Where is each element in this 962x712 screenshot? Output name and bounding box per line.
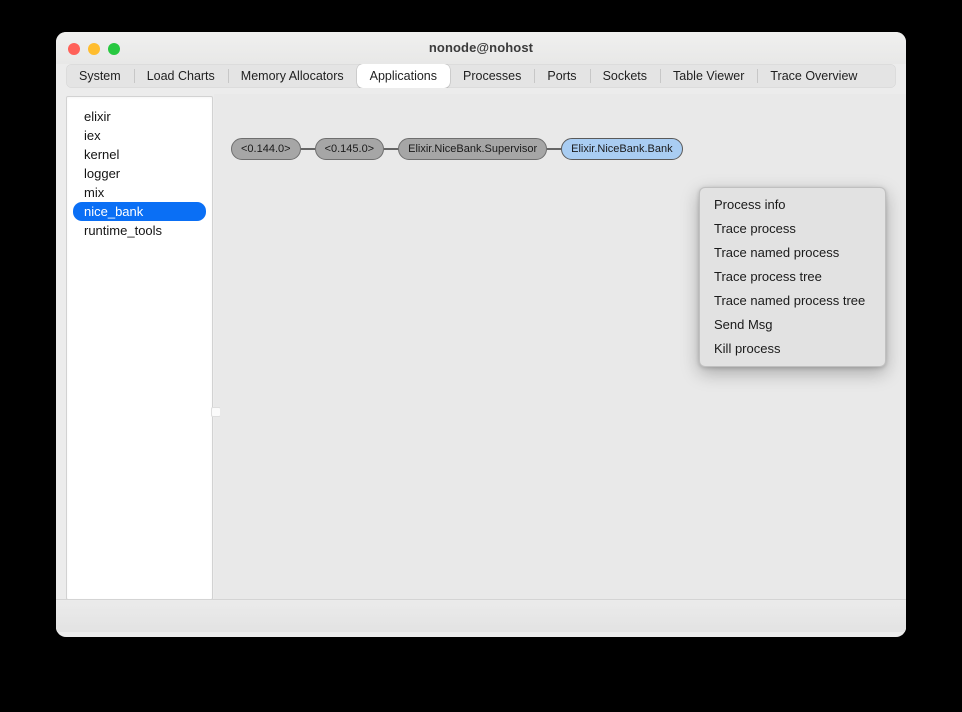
status-bar [56, 599, 906, 632]
sidebar-item-logger[interactable]: logger [73, 164, 206, 183]
tabbar-container: System Load Charts Memory Allocators App… [56, 64, 906, 94]
process-tree-canvas[interactable]: <0.144.0> <0.145.0> Elixir.NiceBank.Supe… [220, 94, 906, 632]
sidebar-item-kernel[interactable]: kernel [73, 145, 206, 164]
application-list-panel[interactable]: elixir iex kernel logger mix nice_bank r… [66, 96, 213, 600]
process-node-nicebank-bank[interactable]: Elixir.NiceBank.Bank [561, 138, 683, 160]
observer-window: nonode@nohost System Load Charts Memory … [56, 32, 906, 637]
tree-edge [547, 148, 562, 150]
context-menu-item-trace-named-process-tree[interactable]: Trace named process tree [700, 289, 885, 313]
tab-ports[interactable]: Ports [534, 64, 589, 88]
process-context-menu: Process info Trace process Trace named p… [699, 187, 886, 367]
process-node-0-144-0[interactable]: <0.144.0> [231, 138, 301, 160]
content-area: elixir iex kernel logger mix nice_bank r… [56, 94, 906, 632]
context-menu-item-send-msg[interactable]: Send Msg [700, 313, 885, 337]
window-titlebar: nonode@nohost [56, 32, 906, 64]
window-title: nonode@nohost [428, 40, 534, 55]
context-menu-item-trace-process-tree[interactable]: Trace process tree [700, 265, 885, 289]
tab-system[interactable]: System [66, 64, 134, 88]
sidebar-item-runtime-tools[interactable]: runtime_tools [73, 221, 206, 240]
context-menu-item-trace-process[interactable]: Trace process [700, 217, 885, 241]
tree-edge [384, 148, 399, 150]
process-node-nicebank-supervisor[interactable]: Elixir.NiceBank.Supervisor [398, 138, 548, 160]
sidebar-item-elixir[interactable]: elixir [73, 107, 206, 126]
process-tree: <0.144.0> <0.145.0> Elixir.NiceBank.Supe… [231, 138, 683, 160]
tab-memory-allocators[interactable]: Memory Allocators [227, 64, 357, 88]
tab-applications[interactable]: Applications [356, 64, 451, 88]
tab-load-charts[interactable]: Load Charts [133, 64, 228, 88]
context-menu-item-trace-named-process[interactable]: Trace named process [700, 241, 885, 265]
context-menu-item-process-info[interactable]: Process info [700, 193, 885, 217]
tab-trace-overview[interactable]: Trace Overview [757, 64, 870, 88]
context-menu-item-kill-process[interactable]: Kill process [700, 337, 885, 361]
sidebar-item-nice-bank[interactable]: nice_bank [73, 202, 206, 221]
tree-edge [300, 148, 315, 150]
application-list: elixir iex kernel logger mix nice_bank r… [67, 97, 212, 240]
tab-table-viewer[interactable]: Table Viewer [660, 64, 757, 88]
process-node-0-145-0[interactable]: <0.145.0> [314, 138, 385, 160]
tab-processes[interactable]: Processes [450, 64, 534, 88]
sidebar-item-mix[interactable]: mix [73, 183, 206, 202]
tab-sockets[interactable]: Sockets [589, 64, 660, 88]
sidebar-item-iex[interactable]: iex [73, 126, 206, 145]
tabbar: System Load Charts Memory Allocators App… [66, 64, 896, 88]
